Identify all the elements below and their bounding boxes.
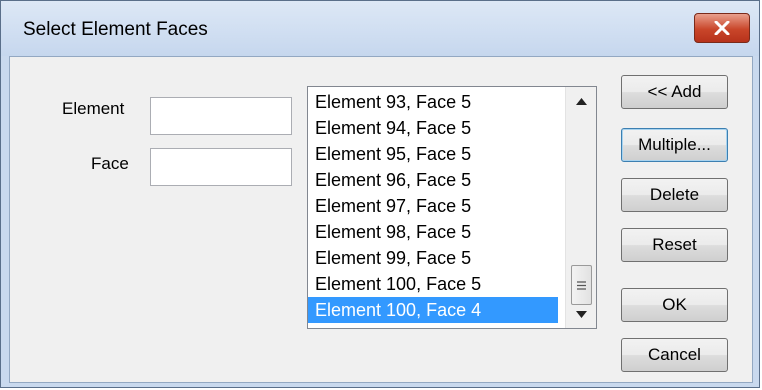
scroll-down-button[interactable] bbox=[566, 302, 596, 326]
list-item[interactable]: Element 99, Face 5 bbox=[308, 245, 558, 271]
dialog-window: Select Element Faces Element Face Elemen… bbox=[0, 0, 760, 388]
list-item[interactable]: Element 95, Face 5 bbox=[308, 141, 558, 167]
scroll-up-button[interactable] bbox=[566, 89, 596, 113]
faces-list: Element 93, Face 5 Element 94, Face 5 Elem… bbox=[308, 89, 558, 323]
ok-button[interactable]: OK bbox=[621, 288, 728, 322]
grip-icon bbox=[577, 280, 586, 290]
close-button[interactable] bbox=[694, 13, 750, 43]
faces-listbox[interactable]: Element 93, Face 5 Element 94, Face 5 Elem… bbox=[307, 86, 597, 329]
delete-button[interactable]: Delete bbox=[621, 178, 728, 212]
list-item[interactable]: Element 98, Face 5 bbox=[308, 219, 558, 245]
title-bar[interactable]: Select Element Faces bbox=[1, 1, 759, 56]
element-label: Element bbox=[62, 99, 125, 118]
cancel-button[interactable]: Cancel bbox=[621, 338, 728, 372]
multiple-button[interactable]: Multiple... bbox=[621, 128, 728, 162]
window-title: Select Element Faces bbox=[23, 19, 208, 40]
list-item[interactable]: Element 97, Face 5 bbox=[308, 193, 558, 219]
add-button[interactable]: << Add bbox=[621, 75, 728, 109]
face-label: Face bbox=[91, 154, 129, 173]
chevron-down-icon bbox=[576, 310, 587, 318]
element-field[interactable] bbox=[150, 97, 292, 135]
list-item-selected[interactable]: Element 100, Face 4 bbox=[308, 297, 558, 323]
list-item[interactable]: Element 100, Face 5 bbox=[308, 271, 558, 297]
close-icon bbox=[714, 21, 730, 35]
listbox-scrollbar[interactable] bbox=[565, 87, 596, 328]
scroll-thumb[interactable] bbox=[571, 265, 592, 305]
chevron-up-icon bbox=[576, 97, 587, 105]
reset-button[interactable]: Reset bbox=[621, 228, 728, 262]
list-item[interactable]: Element 94, Face 5 bbox=[308, 115, 558, 141]
list-item[interactable]: Element 93, Face 5 bbox=[308, 89, 558, 115]
face-field[interactable] bbox=[150, 148, 292, 186]
dialog-content: Element Face Element 93, Face 5 Element 9… bbox=[9, 56, 753, 383]
list-item[interactable]: Element 96, Face 5 bbox=[308, 167, 558, 193]
